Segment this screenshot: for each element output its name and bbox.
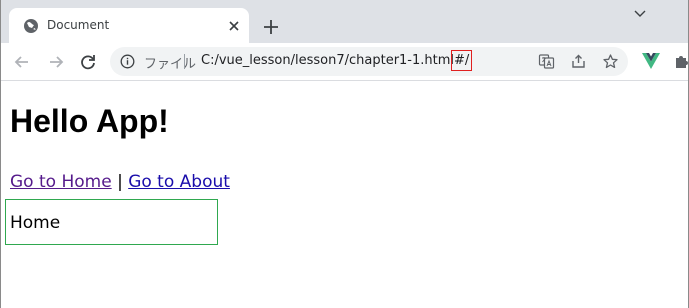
nav-link-home[interactable]: Go to Home [10,172,112,192]
router-view: Home [5,199,218,245]
tab-strip: Document [1,0,688,43]
page-title: Hello App! [10,103,169,139]
share-icon[interactable] [570,53,587,70]
browser-toolbar: ファイル C:/vue_lesson/lesson7/chapter1-1.ht… [1,43,688,81]
globe-icon [24,19,38,33]
url-hash: #/ [450,50,473,71]
nav-separator: | [117,172,123,192]
address-bar[interactable]: ファイル C:/vue_lesson/lesson7/chapter1-1.ht… [110,47,628,76]
reload-icon[interactable] [78,52,98,72]
forward-arrow-icon[interactable] [46,52,66,72]
router-view-text: Home [10,213,61,233]
browser-tab[interactable]: Document [9,8,249,43]
star-icon[interactable] [602,53,619,70]
page-content: Hello App! Go to Home | Go to About Home [1,81,688,308]
scheme-separator [184,54,185,69]
info-icon[interactable] [120,54,135,69]
close-icon[interactable] [227,19,241,33]
scheme-label: ファイル [144,57,197,72]
vue-devtools-icon[interactable] [642,53,660,69]
url-path: C:/vue_lesson/lesson7/chapter1-1.html [201,53,455,68]
chevron-down-icon[interactable] [633,9,647,19]
router-nav: Go to Home | Go to About [10,172,230,192]
translate-icon[interactable] [538,53,555,70]
nav-link-about[interactable]: Go to About [128,172,230,192]
extensions-puzzle-icon[interactable] [674,53,689,69]
plus-icon[interactable] [262,18,280,36]
back-arrow-icon[interactable] [12,52,32,72]
tab-title: Document [47,18,110,32]
url-text[interactable]: C:/vue_lesson/lesson7/chapter1-1.html#/ [201,50,473,71]
